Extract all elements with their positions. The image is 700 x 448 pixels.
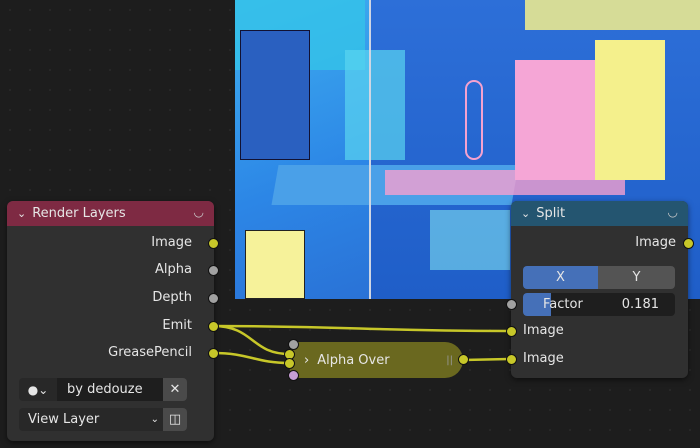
split-header[interactable]: ⌄ Split ◡ xyxy=(511,201,688,226)
alpha-over-node[interactable]: › Alpha Over || xyxy=(290,342,463,378)
axis-y-button[interactable]: Y xyxy=(598,266,675,289)
axis-x-button[interactable]: X xyxy=(523,266,598,289)
output-label: Alpha xyxy=(155,262,192,277)
render-layers-node[interactable]: ⌄ Render Layers ◡ Image Alpha Depth Emit… xyxy=(7,201,214,441)
render-layer-icon[interactable]: ◫ xyxy=(163,408,187,431)
chevron-down-icon[interactable]: ⌄ xyxy=(521,207,530,220)
collapse-icon[interactable]: ◡ xyxy=(194,205,204,219)
socket-image-output[interactable] xyxy=(683,238,694,249)
collapse-icon[interactable]: ◡ xyxy=(668,205,678,219)
factor-label: Factor xyxy=(543,297,583,312)
socket-image-input[interactable] xyxy=(284,358,295,369)
socket-image-output[interactable] xyxy=(208,238,219,249)
input-label: Image xyxy=(523,351,564,366)
output-label: Depth xyxy=(152,290,192,305)
close-icon[interactable]: ✕ xyxy=(163,378,187,401)
output-label: Image xyxy=(151,235,192,250)
output-label: Image xyxy=(635,235,676,250)
node-title: Split xyxy=(536,206,566,221)
chevron-down-icon: ⌄ xyxy=(150,414,159,425)
socket-image-output[interactable] xyxy=(458,354,469,365)
link-alphaover-split xyxy=(462,357,512,362)
link-emit-split-image xyxy=(212,324,512,333)
socket-input[interactable] xyxy=(288,370,299,381)
socket-alpha-output[interactable] xyxy=(208,265,219,276)
factor-value: 0.181 xyxy=(621,297,659,312)
scene-selector[interactable]: ●⌄ by dedouze ✕ xyxy=(19,378,187,401)
socket-greasepencil-output[interactable] xyxy=(208,348,219,359)
output-label: Emit xyxy=(162,318,192,333)
link-greasepencil-alphaover xyxy=(212,351,291,365)
chevron-right-icon[interactable]: › xyxy=(304,353,309,368)
input-label: Image xyxy=(523,323,564,338)
link-emit-alphaover xyxy=(212,324,291,356)
node-title: Alpha Over xyxy=(317,352,390,368)
view-layer-dropdown[interactable]: View Layer ⌄ ◫ xyxy=(19,408,187,431)
render-layers-header[interactable]: ⌄ Render Layers ◡ xyxy=(7,201,214,226)
drag-handle-icon[interactable]: || xyxy=(446,355,453,366)
scene-icon[interactable]: ●⌄ xyxy=(19,383,57,397)
split-node[interactable]: ⌄ Split ◡ Image X Y Factor 0.181 Image I… xyxy=(511,201,688,378)
socket-emit-output[interactable] xyxy=(208,321,219,332)
node-title: Render Layers xyxy=(32,206,126,221)
socket-depth-output[interactable] xyxy=(208,293,219,304)
output-label: GreasePencil xyxy=(108,345,192,360)
factor-slider[interactable]: Factor 0.181 xyxy=(523,293,675,316)
scene-name-field[interactable]: by dedouze xyxy=(57,378,163,401)
socket-factor-input[interactable] xyxy=(506,299,517,310)
socket-image-input[interactable] xyxy=(506,326,517,337)
chevron-down-icon[interactable]: ⌄ xyxy=(17,207,26,220)
view-layer-label: View Layer xyxy=(28,412,100,427)
socket-image-input[interactable] xyxy=(506,354,517,365)
